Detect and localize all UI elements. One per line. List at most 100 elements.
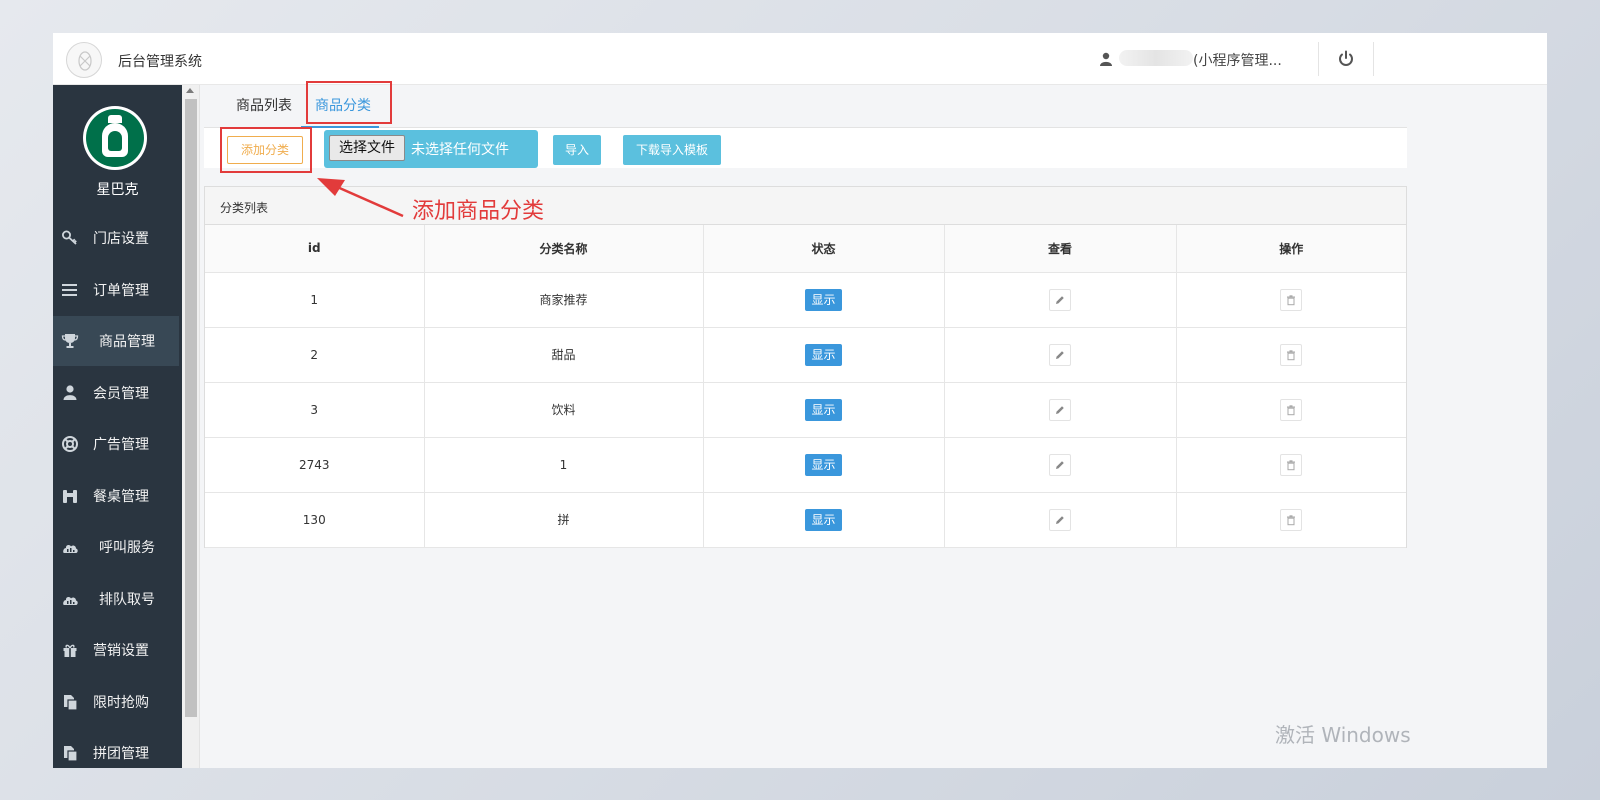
table-row: 2743 1 显示 bbox=[205, 437, 1406, 493]
sidebar-item-label: 呼叫服务 bbox=[99, 540, 155, 556]
cloud-icon bbox=[63, 544, 78, 553]
power-icon[interactable] bbox=[1335, 48, 1357, 70]
import-button[interactable]: 导入 bbox=[553, 135, 601, 165]
download-template-button[interactable]: 下载导入模板 bbox=[623, 135, 721, 165]
sidebar-item-group-buy[interactable]: 拼团管理 bbox=[53, 728, 179, 768]
tab-product-list[interactable]: 商品列表 bbox=[236, 95, 292, 115]
sidebar-item-label: 餐桌管理 bbox=[93, 489, 149, 505]
top-bar: 后台管理系统 (小程序管理... bbox=[53, 33, 1547, 85]
brand-logo bbox=[83, 106, 147, 170]
choose-file-button[interactable]: 选择文件 bbox=[329, 135, 405, 161]
cell-id: 130 bbox=[205, 492, 425, 548]
status-badge[interactable]: 显示 bbox=[805, 343, 842, 366]
list-icon bbox=[62, 284, 77, 296]
file-status-text: 未选择任何文件 bbox=[411, 142, 509, 158]
delete-button[interactable] bbox=[1280, 288, 1303, 311]
app-logo-icon bbox=[78, 51, 92, 71]
sidebar-scrollbar[interactable] bbox=[182, 85, 200, 768]
user-name[interactable]: (小程序管理... bbox=[1193, 50, 1333, 70]
annotation-highlight-box bbox=[306, 81, 392, 124]
user-icon bbox=[63, 385, 77, 400]
status-badge[interactable]: 显示 bbox=[805, 453, 842, 476]
cloud-icon bbox=[63, 596, 78, 605]
sidebar-item-flash-sale[interactable]: 限时抢购 bbox=[53, 677, 179, 727]
table-header-row: id 分类名称 状态 查看 操作 bbox=[205, 225, 1406, 273]
cell-name: 拼 bbox=[424, 492, 704, 548]
table-row: 1 商家推荐 显示 bbox=[205, 272, 1406, 328]
key-icon bbox=[62, 230, 77, 245]
edit-button[interactable] bbox=[1049, 453, 1071, 476]
column-header-name: 分类名称 bbox=[424, 225, 704, 273]
user-icon bbox=[1100, 52, 1112, 66]
sidebar-item-label: 会员管理 bbox=[93, 386, 149, 402]
sidebar-item-store-settings[interactable]: 门店设置 bbox=[53, 213, 179, 263]
trash-icon bbox=[1287, 459, 1296, 470]
sidebar-item-tables[interactable]: 餐桌管理 bbox=[53, 471, 179, 521]
cell-name: 甜品 bbox=[424, 327, 704, 383]
delete-button[interactable] bbox=[1280, 343, 1303, 366]
column-header-id: id bbox=[205, 225, 425, 273]
sidebar-item-orders[interactable]: 订单管理 bbox=[53, 265, 179, 315]
lifebuoy-icon bbox=[62, 436, 78, 452]
cell-id: 1 bbox=[205, 272, 425, 328]
annotation-text: 添加商品分类 bbox=[412, 199, 545, 224]
edit-button[interactable] bbox=[1049, 398, 1071, 421]
header-divider bbox=[1318, 42, 1319, 76]
sidebar-item-call-service[interactable]: 呼叫服务 bbox=[53, 522, 179, 572]
gift-icon bbox=[63, 644, 77, 657]
sidebar-item-ads[interactable]: 广告管理 bbox=[53, 419, 179, 469]
cell-id: 3 bbox=[205, 382, 425, 438]
pencil-icon bbox=[1056, 405, 1064, 414]
pencil-icon bbox=[1056, 295, 1064, 304]
windows-activation-watermark: 激活 Windows bbox=[1275, 723, 1411, 747]
scroll-up-arrow-icon[interactable] bbox=[186, 88, 194, 93]
sidebar-item-label: 拼团管理 bbox=[93, 746, 149, 762]
category-table: id 分类名称 状态 查看 操作 1 商家推荐 显示 2 甜品 显示 3 饮料 … bbox=[205, 225, 1406, 548]
pencil-icon bbox=[1056, 460, 1064, 469]
panel-title: 分类列表 bbox=[220, 201, 269, 215]
edit-button[interactable] bbox=[1049, 343, 1071, 366]
delete-button[interactable] bbox=[1280, 398, 1303, 421]
cell-name: 饮料 bbox=[424, 382, 704, 438]
table-row: 2 甜品 显示 bbox=[205, 327, 1406, 383]
pencil-icon bbox=[1056, 515, 1064, 524]
sidebar-item-label: 门店设置 bbox=[93, 231, 149, 247]
copy-icon bbox=[64, 695, 78, 711]
scrollbar-thumb[interactable] bbox=[185, 99, 197, 717]
pencil-icon bbox=[1056, 350, 1064, 359]
app-window: 后台管理系统 (小程序管理... 星巴克 门店设置 订单管理 商品管理 会员管理… bbox=[53, 33, 1547, 768]
app-title: 后台管理系统 bbox=[118, 54, 202, 70]
trash-icon bbox=[1287, 349, 1296, 360]
category-panel: 分类列表 id 分类名称 状态 查看 操作 1 商家推荐 显示 2 甜品 显示 … bbox=[204, 186, 1407, 548]
sidebar-item-marketing[interactable]: 营销设置 bbox=[53, 625, 179, 675]
trash-icon bbox=[1287, 294, 1296, 305]
status-badge[interactable]: 显示 bbox=[805, 508, 842, 531]
trophy-icon bbox=[61, 334, 79, 348]
header-divider bbox=[1373, 42, 1374, 76]
edit-button[interactable] bbox=[1049, 288, 1071, 311]
cell-id: 2743 bbox=[205, 437, 425, 493]
delete-button[interactable] bbox=[1280, 508, 1303, 531]
sidebar-item-queue[interactable]: 排队取号 bbox=[53, 574, 179, 624]
status-badge[interactable]: 显示 bbox=[805, 398, 842, 421]
edit-button[interactable] bbox=[1049, 508, 1071, 531]
column-header-actions: 操作 bbox=[1176, 225, 1406, 273]
cell-id: 2 bbox=[205, 327, 425, 383]
sidebar-item-label: 限时抢购 bbox=[93, 695, 149, 711]
copy-icon bbox=[64, 746, 78, 762]
cell-name: 1 bbox=[424, 437, 704, 493]
app-logo bbox=[66, 42, 102, 78]
table-row: 130 拼 显示 bbox=[205, 492, 1406, 548]
status-badge[interactable]: 显示 bbox=[805, 288, 842, 311]
column-header-view: 查看 bbox=[944, 225, 1177, 273]
sidebar-item-products[interactable]: 商品管理 bbox=[53, 316, 179, 366]
table-row: 3 饮料 显示 bbox=[205, 382, 1406, 438]
binoculars-icon bbox=[63, 490, 77, 503]
sidebar-item-label: 排队取号 bbox=[99, 592, 155, 608]
sidebar-item-label: 订单管理 bbox=[93, 283, 149, 299]
sidebar-item-label: 营销设置 bbox=[93, 643, 149, 659]
sidebar-item-members[interactable]: 会员管理 bbox=[53, 368, 179, 418]
sidebar-item-label: 广告管理 bbox=[93, 437, 149, 453]
annotation-arrow-icon bbox=[317, 178, 404, 218]
delete-button[interactable] bbox=[1280, 453, 1303, 476]
